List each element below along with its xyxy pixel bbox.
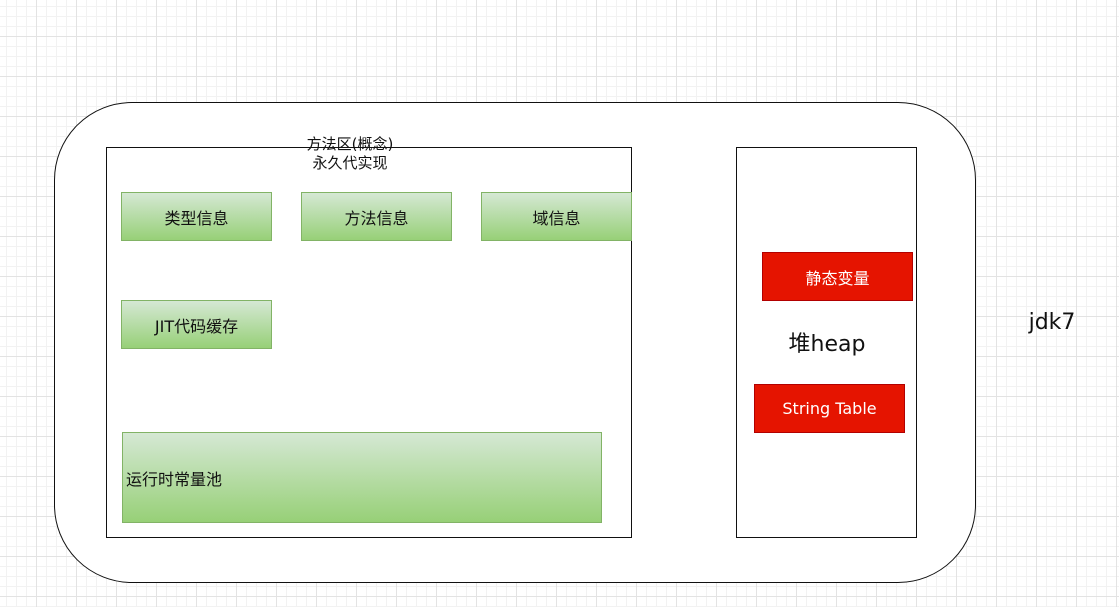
jit-cache-box: JIT代码缓存	[121, 300, 272, 349]
method-area-title: 方法区(概念) 永久代实现	[250, 135, 450, 173]
heap-label: 堆heap	[788, 332, 866, 357]
jdk-version-label: jdk7	[1028, 310, 1076, 335]
runtime-constant-pool-box: 运行时常量池	[122, 432, 602, 523]
static-variables-box: 静态变量	[762, 252, 913, 301]
static-variables-label: 静态变量	[805, 268, 870, 288]
method-info-box: 方法信息	[301, 192, 452, 241]
jit-cache-label: JIT代码缓存	[154, 316, 239, 336]
type-info-label: 类型信息	[164, 208, 229, 228]
string-table-label: String Table	[782, 399, 877, 418]
field-info-box: 域信息	[481, 192, 632, 241]
type-info-box: 类型信息	[121, 192, 272, 241]
field-info-label: 域信息	[532, 208, 581, 228]
method-area-title-line1: 方法区(概念)	[306, 135, 394, 153]
runtime-constant-pool-label: 运行时常量池	[126, 469, 223, 489]
method-info-label: 方法信息	[344, 208, 409, 228]
string-table-box: String Table	[754, 384, 905, 433]
method-area-title-line2: 永久代实现	[312, 154, 388, 172]
